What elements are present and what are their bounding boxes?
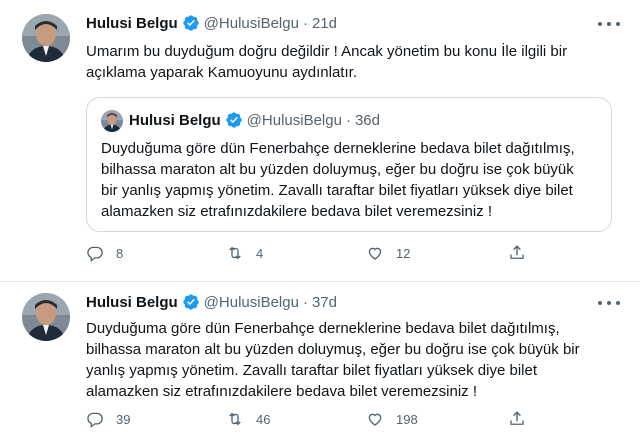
verified-badge-icon bbox=[225, 111, 243, 129]
quoted-tweet-text: Duyduğuma göre dün Fenerbahçe dernekleri… bbox=[101, 140, 575, 220]
retweet-button[interactable]: 46 bbox=[226, 410, 270, 428]
like-count: 12 bbox=[396, 245, 411, 261]
more-options-icon[interactable] bbox=[598, 16, 620, 32]
avatar bbox=[101, 110, 123, 132]
reply-button[interactable]: 8 bbox=[86, 244, 123, 262]
reply-button[interactable]: 39 bbox=[86, 410, 130, 428]
timestamp[interactable]: 37d bbox=[312, 294, 337, 311]
author-handle[interactable]: @HulusiBelgu bbox=[204, 294, 299, 311]
retweet-button[interactable]: 4 bbox=[226, 244, 263, 262]
action-bar: 39 46 198 bbox=[86, 410, 526, 432]
share-icon bbox=[510, 411, 524, 425]
tweet-header: Hulusi Belgu @HulusiBelgu · 21d bbox=[86, 14, 337, 32]
avatar[interactable] bbox=[22, 14, 70, 62]
retweet-count: 4 bbox=[256, 245, 264, 261]
avatar[interactable] bbox=[22, 293, 70, 341]
action-bar: 8 4 12 bbox=[86, 244, 526, 266]
reply-icon bbox=[87, 246, 103, 262]
heart-icon bbox=[368, 413, 382, 426]
author-handle[interactable]: @HulusiBelgu bbox=[204, 15, 299, 32]
timestamp[interactable]: 21d bbox=[312, 15, 337, 32]
retweet-icon bbox=[229, 412, 241, 426]
reply-count: 8 bbox=[116, 245, 124, 261]
separator: · bbox=[345, 111, 351, 129]
like-count: 198 bbox=[396, 411, 418, 427]
like-button[interactable]: 12 bbox=[366, 244, 410, 262]
tweet[interactable]: Hulusi Belgu @HulusiBelgu · 21d Umarım b… bbox=[0, 0, 640, 282]
verified-badge-icon bbox=[182, 14, 200, 32]
heart-icon bbox=[368, 247, 382, 260]
share-icon bbox=[510, 245, 524, 259]
tweet-header: Hulusi Belgu @HulusiBelgu · 37d bbox=[86, 293, 337, 311]
author-name[interactable]: Hulusi Belgu bbox=[86, 15, 178, 32]
author-name[interactable]: Hulusi Belgu bbox=[86, 294, 178, 311]
tweet[interactable]: Hulusi Belgu @HulusiBelgu · 37d Duyduğum… bbox=[0, 282, 640, 447]
share-button[interactable] bbox=[508, 410, 526, 428]
tweet-text: Umarım bu duyduğum doğru değildir ! Anca… bbox=[86, 43, 568, 81]
quoted-tweet-header: Hulusi Belgu @HulusiBelgu · 36d bbox=[129, 111, 380, 129]
separator: · bbox=[302, 293, 308, 311]
share-button[interactable] bbox=[508, 244, 526, 262]
reply-count: 39 bbox=[116, 411, 131, 427]
reply-icon bbox=[87, 412, 103, 428]
like-button[interactable]: 198 bbox=[366, 410, 418, 428]
author-name: Hulusi Belgu bbox=[129, 111, 221, 129]
separator: · bbox=[302, 14, 308, 32]
retweet-icon bbox=[229, 246, 241, 260]
more-options-icon[interactable] bbox=[598, 295, 620, 311]
quoted-tweet[interactable]: Hulusi Belgu @HulusiBelgu · 36d Duyduğum… bbox=[86, 97, 612, 232]
timestamp: 36d bbox=[354, 111, 380, 129]
author-handle: @HulusiBelgu bbox=[246, 111, 342, 129]
retweet-count: 46 bbox=[256, 411, 271, 427]
verified-badge-icon bbox=[182, 293, 200, 311]
tweet-text: Duyduğuma göre dün Fenerbahçe dernekleri… bbox=[86, 320, 580, 400]
